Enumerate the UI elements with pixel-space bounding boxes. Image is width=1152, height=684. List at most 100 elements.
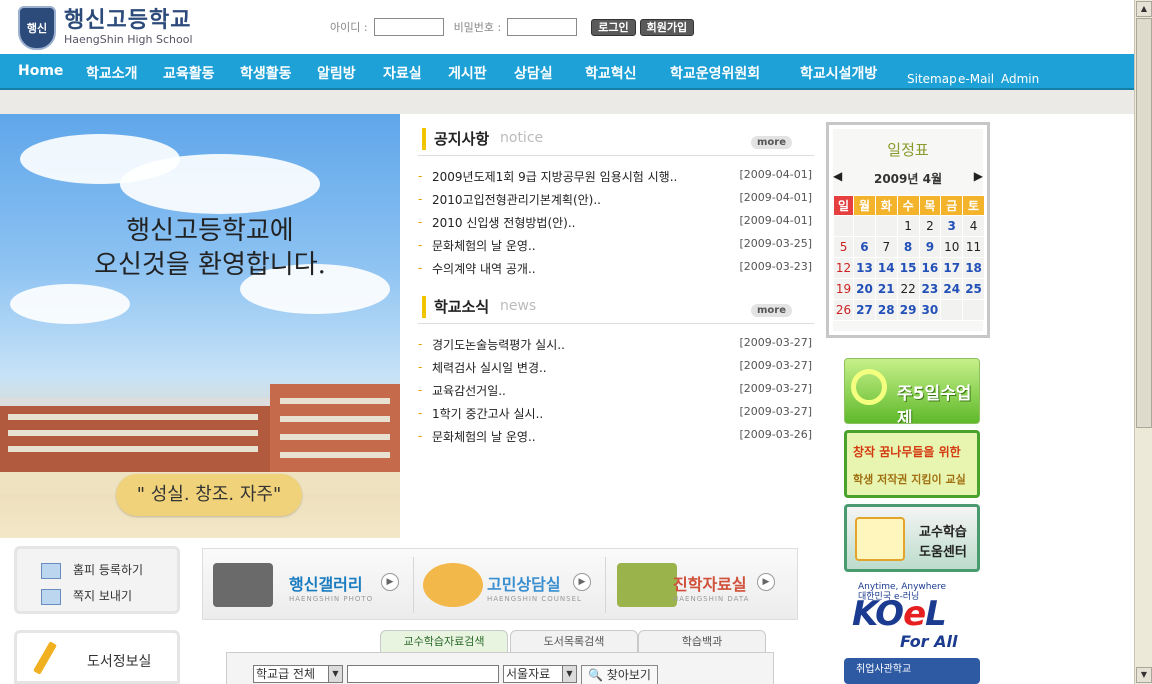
calendar-day[interactable]: 6 bbox=[853, 236, 876, 258]
id-input[interactable] bbox=[373, 18, 444, 36]
calendar-month: ◀ 2009년 4월 ▶ bbox=[833, 169, 983, 187]
search-input[interactable] bbox=[347, 665, 499, 683]
scroll-up-icon[interactable]: ▲ bbox=[1136, 1, 1152, 17]
nav-counseling[interactable]: 상담실 bbox=[514, 63, 553, 83]
calendar-day[interactable]: 11 bbox=[962, 236, 985, 258]
calendar-day[interactable]: 21 bbox=[874, 278, 898, 300]
welcome-line-1: 행신고등학교에 bbox=[126, 216, 294, 246]
calendar-day bbox=[962, 299, 985, 321]
nav-board[interactable]: 게시판 bbox=[448, 63, 487, 83]
nav-committee[interactable]: 학교운영위원회 bbox=[670, 63, 760, 83]
news-row[interactable]: - 경기도논술능력평가 실시.. [2009-03-27] bbox=[418, 332, 814, 355]
prev-month-icon[interactable]: ◀ bbox=[833, 169, 842, 183]
koel-banner[interactable]: Anytime, Anywhere 대한민국 e-러닝 KOeL For All bbox=[844, 580, 980, 650]
calendar-day[interactable]: 27 bbox=[853, 299, 876, 321]
calendar-day[interactable]: 8 bbox=[896, 236, 920, 258]
calendar-day[interactable]: 17 bbox=[940, 257, 964, 279]
join-button[interactable]: 회원가입 bbox=[639, 18, 695, 36]
search-button[interactable]: 🔍 찾아보기 bbox=[581, 665, 658, 684]
calendar-day[interactable]: 20 bbox=[853, 278, 876, 300]
five-day-school-banner[interactable]: 주5일수업제 bbox=[844, 358, 980, 424]
register-homepage-link[interactable]: 홈피 등록하기 bbox=[41, 561, 143, 579]
vertical-scrollbar[interactable]: ▲ ▼ bbox=[1134, 0, 1152, 684]
nav-school-intro[interactable]: 학교소개 bbox=[86, 63, 138, 83]
calendar-day[interactable]: 5 bbox=[832, 236, 855, 258]
calendar-day[interactable]: 9 bbox=[918, 236, 942, 258]
main-nav: Home 학교소개 교육활동 학생활동 알림방 자료실 게시판 상담실 학교혁신… bbox=[0, 54, 1134, 90]
calendar-day[interactable]: 2 bbox=[918, 215, 942, 237]
nav-resources[interactable]: 자료실 bbox=[383, 63, 422, 83]
calendar-day[interactable]: 24 bbox=[940, 278, 964, 300]
grade-select[interactable]: 학교급 전체 ▼ bbox=[253, 665, 343, 683]
tab-encyclopedia[interactable]: 학습백과 bbox=[638, 630, 766, 652]
news-row[interactable]: - 문화체험의 날 운영.. [2009-03-26] bbox=[418, 424, 814, 447]
weekday-header: 금 bbox=[940, 195, 964, 216]
source-select[interactable]: 서울자료 ▼ bbox=[503, 665, 577, 683]
nav-innovation[interactable]: 학교혁신 bbox=[585, 63, 637, 83]
school-logo[interactable]: 행신 행신고등학교 HaengShin High School bbox=[18, 6, 193, 50]
tab-teaching-search[interactable]: 교수학습자료검색 bbox=[380, 630, 508, 652]
notice-row[interactable]: -2009년도제1회 9급 지방공무원 임용시험 시행.. [2009-04-01… bbox=[418, 164, 814, 187]
nav-home[interactable]: Home bbox=[18, 63, 63, 79]
calendar-day[interactable]: 29 bbox=[896, 299, 920, 321]
password-input[interactable] bbox=[507, 18, 578, 36]
counsel-link[interactable]: 고민상담실 HAENGSHIN COUNSEL ▶ bbox=[413, 549, 613, 621]
nav-sitemap[interactable]: Sitemap bbox=[907, 72, 957, 86]
login-form: 아이디 : 비밀번호 : 로그인 회원가입 bbox=[330, 18, 695, 36]
calendar-day[interactable]: 18 bbox=[962, 257, 985, 279]
calendar-day[interactable]: 14 bbox=[874, 257, 898, 279]
login-button[interactable]: 로그인 bbox=[591, 18, 636, 36]
news-row[interactable]: - 체력검사 실시일 변경.. [2009-03-27] bbox=[418, 355, 814, 378]
notice-row[interactable]: - 수의계약 내역 공개.. [2009-03-23] bbox=[418, 256, 814, 279]
notice-row[interactable]: -2010 신입생 전형방법(안).. [2009-04-01] bbox=[418, 210, 814, 233]
calendar-day[interactable]: 12 bbox=[832, 257, 855, 279]
notice-row[interactable]: - 문화체험의 날 운영.. [2009-03-25] bbox=[418, 233, 814, 256]
library-link[interactable]: 도서정보실 bbox=[14, 630, 180, 684]
nav-email[interactable]: e-Mail bbox=[958, 72, 994, 86]
calendar-day[interactable]: 26 bbox=[832, 299, 855, 321]
nav-notice-room[interactable]: 알림방 bbox=[317, 63, 356, 83]
search-icon: 🔍 bbox=[588, 668, 603, 682]
calendar-day[interactable]: 15 bbox=[896, 257, 920, 279]
calendar-day[interactable]: 13 bbox=[853, 257, 876, 279]
nav-admin[interactable]: Admin bbox=[1001, 72, 1039, 86]
send-note-link[interactable]: 쪽지 보내기 bbox=[41, 587, 132, 605]
gallery-strip: 행신갤러리 HAENGSHIN PHOTO ▶ 고민상담실 HAENGSHIN … bbox=[202, 548, 798, 620]
calendar-day[interactable]: 25 bbox=[962, 278, 985, 300]
calendar-day[interactable]: 19 bbox=[832, 278, 855, 300]
news-row[interactable]: -1학기 중간고사 실시.. [2009-03-27] bbox=[418, 401, 814, 424]
notice-header: 공지사항 notice more bbox=[418, 124, 814, 156]
news-more-button[interactable]: more bbox=[750, 304, 792, 317]
nav-student-activity[interactable]: 학생활동 bbox=[240, 63, 292, 83]
calendar-day[interactable]: 22 bbox=[896, 278, 920, 300]
calendar-day[interactable]: 28 bbox=[874, 299, 898, 321]
calendar-day[interactable]: 23 bbox=[918, 278, 942, 300]
news-subtitle: news bbox=[500, 298, 537, 314]
notice-row[interactable]: -2010고입전형관리기본계획(안).. [2009-04-01] bbox=[418, 187, 814, 210]
tab-book-search[interactable]: 도서목록검색 bbox=[510, 630, 638, 652]
notice-more-button[interactable]: more bbox=[750, 136, 792, 149]
calendar-day[interactable]: 1 bbox=[896, 215, 920, 237]
hero-banner: 행신고등학교에 오신것을 환영합니다. " 성실. 창조. 자주" bbox=[0, 114, 400, 538]
copyright-class-banner[interactable]: 창작 꿈나무들을 위한 학생 저작권 지킴이 교실 bbox=[844, 430, 980, 498]
scroll-down-icon[interactable]: ▼ bbox=[1136, 667, 1152, 683]
career-school-banner[interactable]: 취업사관학교 bbox=[844, 658, 980, 684]
news-title: 학교소식 bbox=[434, 298, 490, 316]
news-row[interactable]: - 교육감선거일.. [2009-03-27] bbox=[418, 378, 814, 401]
monitor-icon bbox=[41, 562, 61, 579]
scroll-thumb[interactable] bbox=[1136, 18, 1152, 428]
calendar-day[interactable]: 30 bbox=[918, 299, 942, 321]
calendar-day[interactable]: 4 bbox=[962, 215, 985, 237]
calendar-day[interactable]: 16 bbox=[918, 257, 942, 279]
notice-board: 공지사항 notice more -2009년도제1회 9급 지방공무원 임용시… bbox=[418, 124, 814, 279]
calendar-title: 일정표 bbox=[887, 141, 929, 159]
calendar-day[interactable]: 10 bbox=[940, 236, 964, 258]
career-data-link[interactable]: 진학자료실 HAENGSHIN DATA ▶ bbox=[607, 549, 807, 621]
nav-education[interactable]: 교육활동 bbox=[163, 63, 215, 83]
nav-facility[interactable]: 학교시설개방 bbox=[800, 63, 877, 83]
gallery-photo-link[interactable]: 행신갤러리 HAENGSHIN PHOTO ▶ bbox=[203, 549, 403, 621]
calendar-day[interactable]: 3 bbox=[940, 215, 964, 237]
calendar-day[interactable]: 7 bbox=[874, 236, 898, 258]
next-month-icon[interactable]: ▶ bbox=[974, 169, 983, 183]
teaching-help-banner[interactable]: 교수학습 도움센터 bbox=[844, 504, 980, 572]
